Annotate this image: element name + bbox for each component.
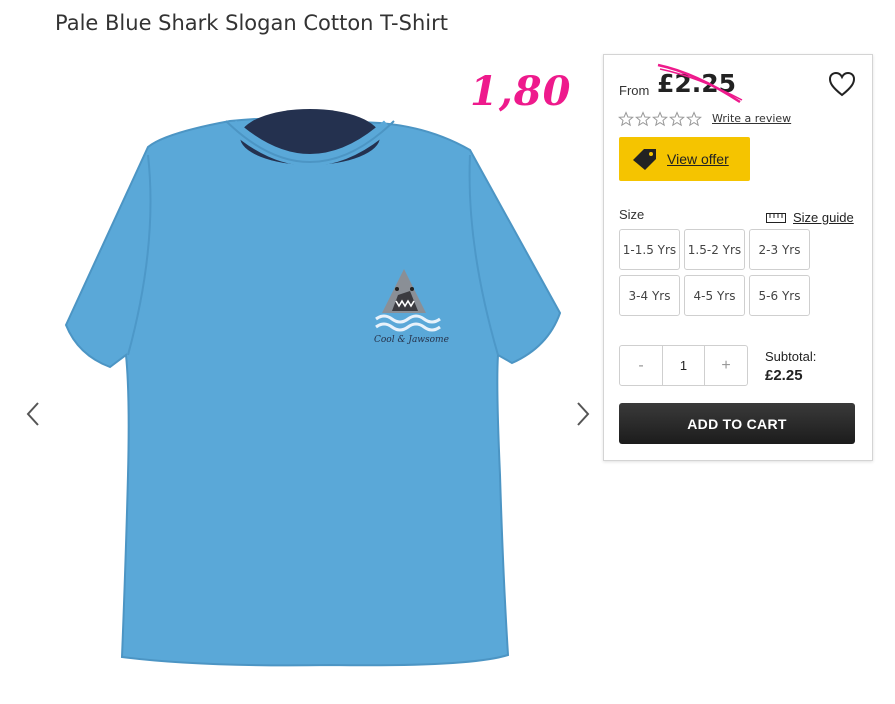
handwritten-price-annotation: 1,80 bbox=[470, 68, 572, 115]
rating-stars bbox=[618, 111, 702, 127]
star-icon bbox=[669, 111, 685, 127]
product-gallery: Cool & Jawsome bbox=[0, 55, 600, 699]
size-option[interactable]: 4-5 Yrs bbox=[684, 275, 745, 316]
write-review-link[interactable]: Write a review bbox=[712, 112, 791, 125]
subtotal-value: £2.25 bbox=[765, 367, 803, 384]
size-option[interactable]: 1.5-2 Yrs bbox=[684, 229, 745, 270]
view-offer-button[interactable]: View offer bbox=[619, 137, 750, 181]
size-option[interactable]: 2-3 Yrs bbox=[749, 229, 810, 270]
ruler-icon bbox=[766, 212, 786, 223]
star-icon bbox=[686, 111, 702, 127]
star-icon bbox=[635, 111, 651, 127]
product-title: Pale Blue Shark Slogan Cotton T-Shirt bbox=[55, 11, 448, 35]
wishlist-heart-icon[interactable] bbox=[828, 71, 856, 97]
view-offer-label: View offer bbox=[667, 151, 729, 167]
subtotal-label: Subtotal: bbox=[765, 349, 817, 364]
quantity-field[interactable]: 1 bbox=[662, 346, 705, 385]
size-option[interactable]: 3-4 Yrs bbox=[619, 275, 680, 316]
decrease-quantity-button[interactable]: - bbox=[620, 346, 662, 385]
size-option[interactable]: 1-1.5 Yrs bbox=[619, 229, 680, 270]
previous-image-arrow-icon[interactable] bbox=[24, 399, 44, 429]
size-guide-link[interactable]: Size guide bbox=[766, 210, 854, 225]
purchase-panel: From £2.25 Write a review View offer Siz… bbox=[603, 54, 873, 461]
product-image: Cool & Jawsome bbox=[64, 109, 562, 667]
size-option[interactable]: 5-6 Yrs bbox=[749, 275, 810, 316]
from-label: From bbox=[619, 83, 650, 98]
size-label: Size bbox=[619, 207, 645, 222]
quantity-stepper: - 1 + bbox=[619, 345, 748, 386]
price-tag-icon bbox=[633, 149, 656, 170]
next-image-arrow-icon[interactable] bbox=[572, 399, 592, 429]
star-icon bbox=[618, 111, 634, 127]
shirt-print-text: Cool & Jawsome bbox=[374, 335, 449, 345]
product-price: £2.25 bbox=[657, 69, 737, 98]
star-icon bbox=[652, 111, 668, 127]
increase-quantity-button[interactable]: + bbox=[705, 346, 747, 385]
add-to-cart-button[interactable]: ADD TO CART bbox=[619, 403, 855, 444]
